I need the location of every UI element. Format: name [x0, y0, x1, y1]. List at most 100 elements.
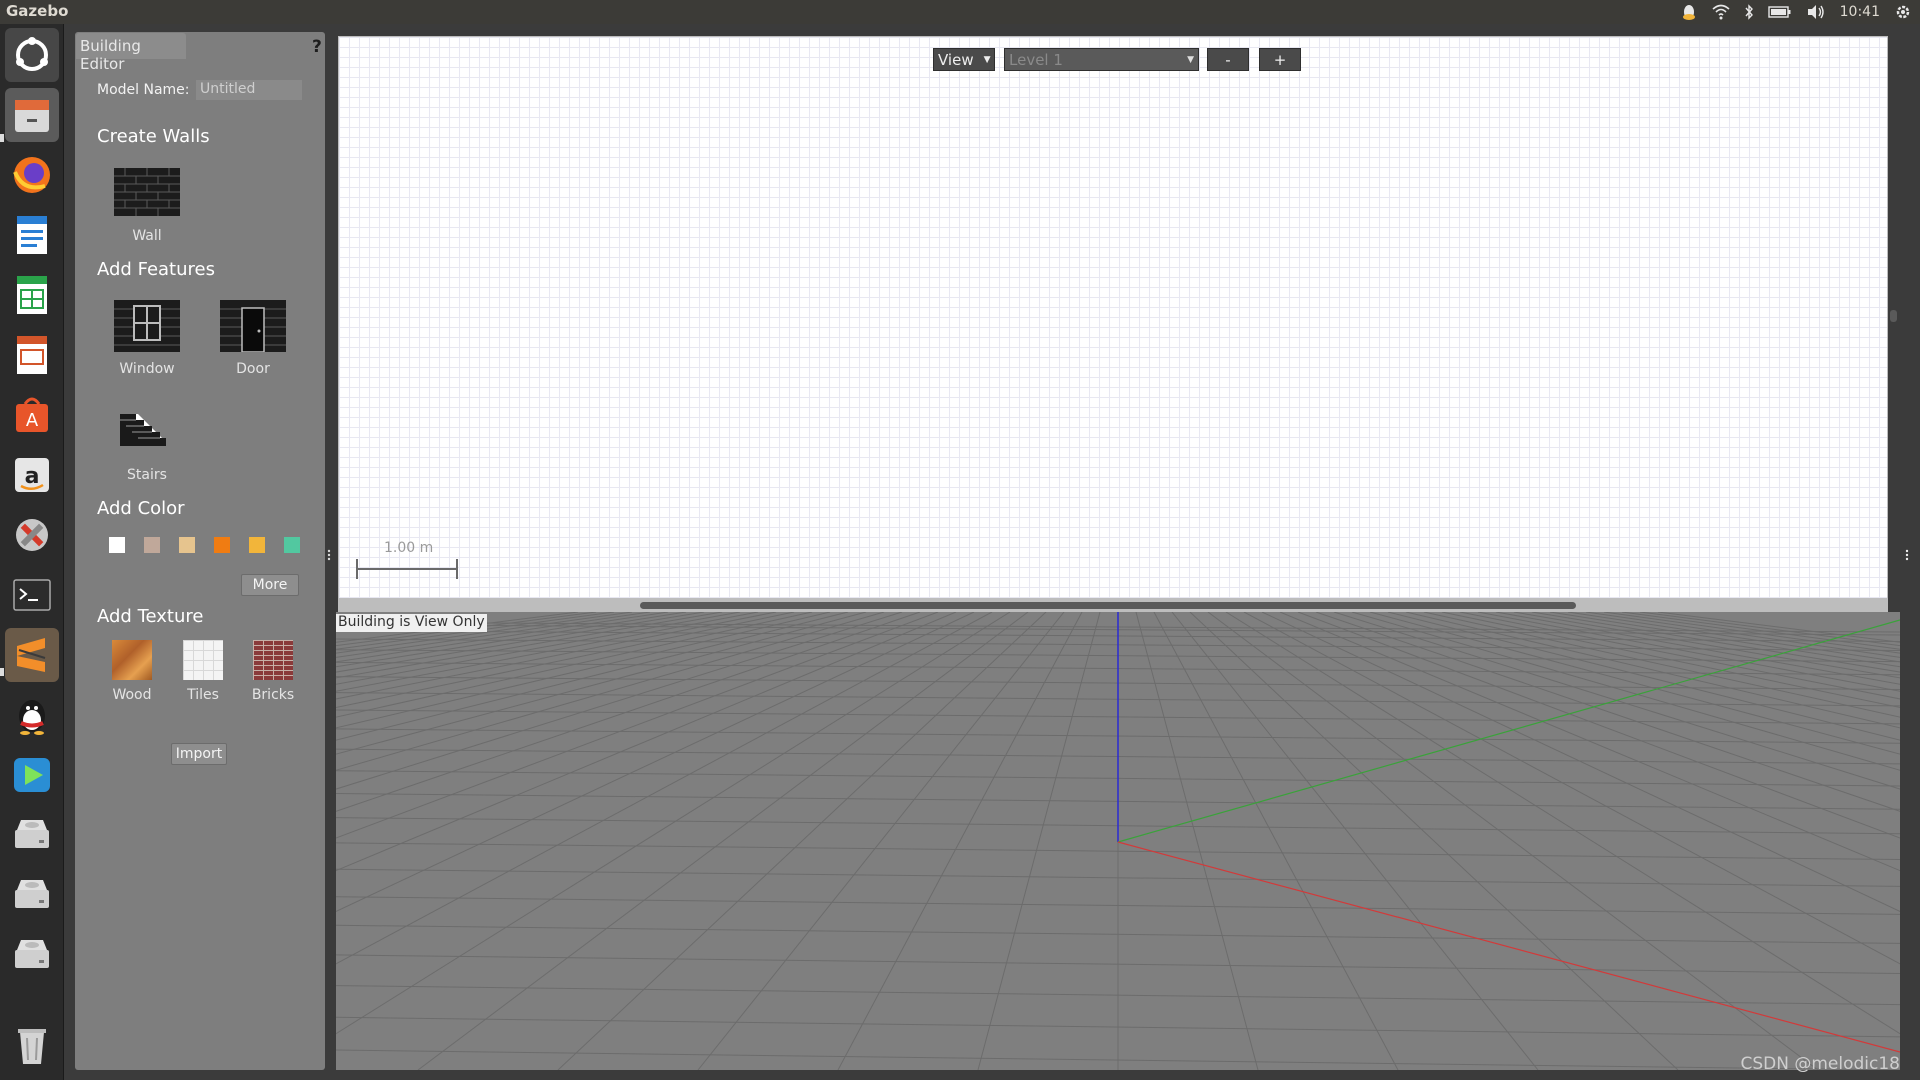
launcher-libreoffice-writer[interactable]	[5, 208, 59, 262]
trash-icon	[18, 1029, 46, 1064]
x-axis-line	[1117, 841, 1900, 1053]
unity-launcher: A a	[0, 24, 64, 1080]
wood-texture-button[interactable]	[112, 640, 152, 680]
level-dropdown[interactable]: Level 1 ▼	[1004, 48, 1199, 71]
model-name-label: Model Name:	[97, 82, 190, 98]
chevron-down-icon: ▼	[1187, 54, 1194, 65]
color-swatch-white[interactable]	[109, 537, 125, 553]
running-indicator	[0, 134, 4, 142]
amazon-icon: a	[15, 458, 49, 492]
floorplan-2d-canvas[interactable]	[338, 36, 1888, 599]
view-only-status: Building is View Only	[336, 614, 487, 632]
terminal-icon	[13, 579, 51, 611]
ubuntu-logo-icon	[16, 37, 48, 71]
launcher-libreoffice-impress[interactable]	[5, 328, 59, 382]
wall-tool-button[interactable]	[114, 168, 180, 216]
right-splitter-handle[interactable]	[1905, 546, 1909, 561]
color-swatch-orange[interactable]	[214, 537, 230, 553]
add-texture-heading: Add Texture	[97, 606, 204, 627]
launcher-qq[interactable]	[5, 688, 59, 742]
firefox-icon	[13, 157, 50, 193]
import-button[interactable]: Import	[171, 743, 227, 765]
writer-document-icon	[17, 216, 47, 254]
create-walls-heading: Create Walls	[97, 126, 210, 147]
window-tool-button[interactable]	[114, 300, 180, 352]
vertical-scrollbar-thumb[interactable]	[1890, 310, 1897, 322]
remove-level-button[interactable]: -	[1207, 48, 1249, 71]
stairs-label: Stairs	[127, 467, 167, 483]
launcher-video-player[interactable]	[5, 748, 59, 802]
wifi-icon[interactable]	[1712, 4, 1730, 20]
door-label: Door	[236, 361, 270, 377]
launcher-trash[interactable]	[5, 1018, 59, 1072]
watermark: CSDN @melodic18	[1740, 1054, 1900, 1074]
color-swatch-yellow[interactable]	[249, 537, 265, 553]
qq-tray-icon[interactable]	[1680, 3, 1698, 21]
battery-icon[interactable]	[1767, 5, 1792, 19]
svg-text:A: A	[26, 410, 39, 431]
launcher-drive-1[interactable]	[5, 808, 59, 862]
color-swatch-teal[interactable]	[284, 537, 300, 553]
launcher-ubuntu-software[interactable]: A	[5, 388, 59, 442]
tiles-texture-button[interactable]	[183, 640, 223, 680]
launcher-files[interactable]	[5, 88, 59, 142]
launcher-libreoffice-calc[interactable]	[5, 268, 59, 322]
color-swatch-tan[interactable]	[144, 537, 160, 553]
door-tool-button[interactable]	[220, 300, 286, 353]
play-video-icon	[14, 758, 50, 792]
window-icon	[114, 300, 180, 352]
hard-drive-icon	[15, 820, 49, 848]
volume-icon[interactable]	[1806, 4, 1826, 20]
settings-tools-icon	[16, 519, 48, 551]
launcher-drive-3[interactable]	[5, 928, 59, 982]
launcher-amazon[interactable]: a	[5, 448, 59, 502]
help-button[interactable]: ?	[312, 37, 322, 57]
door-icon	[220, 300, 286, 353]
hard-drive-icon	[15, 880, 49, 908]
bluetooth-icon[interactable]	[1744, 4, 1754, 20]
qq-penguin-icon	[19, 700, 45, 735]
calc-spreadsheet-icon	[17, 276, 47, 314]
sublime-text-icon	[17, 638, 46, 672]
bricks-texture-button[interactable]	[253, 640, 293, 680]
app-title: Gazebo	[6, 2, 69, 20]
clock[interactable]: 10:41	[1840, 4, 1880, 20]
ground-plane-grid	[336, 612, 1900, 1070]
launcher-drive-2[interactable]	[5, 868, 59, 922]
bricks-label: Bricks	[251, 687, 295, 703]
chevron-down-icon: ▼	[983, 54, 991, 65]
view-dropdown[interactable]: View ▼	[933, 48, 995, 71]
add-features-heading: Add Features	[97, 259, 215, 280]
window-label: Window	[119, 361, 175, 377]
launcher-terminal[interactable]	[5, 568, 59, 622]
panel-splitter-handle[interactable]	[327, 546, 331, 561]
3d-scene-view[interactable]	[336, 612, 1900, 1070]
top-menu-bar: Gazebo 10:41	[0, 0, 1920, 24]
launcher-system-settings[interactable]	[5, 508, 59, 562]
brick-wall-icon	[114, 168, 180, 216]
color-swatch-beige[interactable]	[179, 537, 195, 553]
launcher-sublime-text[interactable]	[5, 628, 59, 682]
gear-icon[interactable]	[1894, 3, 1912, 21]
software-bag-icon: A	[16, 397, 48, 432]
system-tray: 10:41	[1680, 0, 1912, 24]
scale-bar	[356, 559, 458, 579]
y-axis-line	[1117, 619, 1900, 843]
more-colors-button[interactable]: More	[241, 574, 299, 596]
wood-label: Wood	[112, 687, 152, 703]
stairs-icon	[120, 414, 166, 446]
model-name-field[interactable]: Untitled	[196, 80, 302, 100]
file-cabinet-icon	[15, 100, 49, 132]
stairs-tool-button[interactable]	[118, 412, 168, 448]
launcher-firefox[interactable]	[5, 148, 59, 202]
view-dropdown-label: View	[938, 50, 974, 69]
running-indicator	[0, 668, 4, 676]
add-level-button[interactable]: +	[1259, 48, 1301, 71]
launcher-ubuntu-dash[interactable]	[5, 28, 59, 82]
wall-label: Wall	[132, 228, 162, 244]
horizontal-scrollbar-thumb[interactable]	[640, 602, 1576, 609]
tiles-label: Tiles	[187, 687, 219, 703]
tab-building-editor[interactable]: Building Editor	[76, 33, 186, 73]
add-color-heading: Add Color	[97, 498, 185, 519]
impress-presentation-icon	[17, 336, 47, 374]
